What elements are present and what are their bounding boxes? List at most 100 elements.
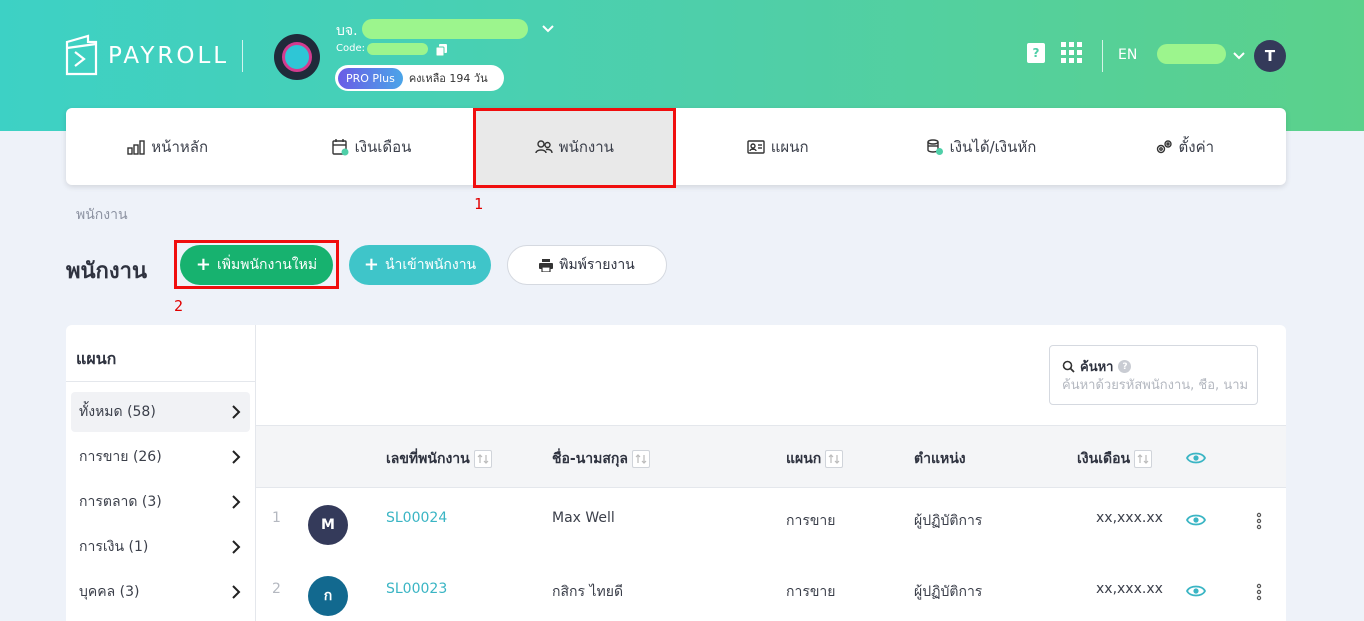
app-logo[interactable]: PAYROLL	[64, 34, 229, 78]
search-input[interactable]	[1062, 378, 1252, 393]
employee-panel: แผนก ทั้งหมด (58) การขาย (26) การตลาด (3…	[66, 325, 1286, 621]
column-header-label: ชื่อ-นามสกุล	[552, 451, 628, 467]
nav-departments[interactable]: แผนก	[676, 108, 879, 185]
import-employees-label: นำเข้าพนักงาน	[384, 257, 477, 273]
sort-icon[interactable]	[631, 450, 650, 468]
company-avatar[interactable]	[274, 34, 320, 80]
nav-settings[interactable]: ตั้งค่า	[1083, 108, 1286, 185]
header-divider-right	[1102, 40, 1103, 72]
column-header-position: ตำแหน่ง	[914, 448, 966, 470]
department-item-marketing[interactable]: การตลาด (3)	[71, 482, 250, 522]
plan-days-left: คงเหลือ 194 วัน	[408, 72, 488, 85]
company-code-redacted	[367, 43, 428, 55]
help-icon[interactable]: ?	[1118, 360, 1132, 373]
highlight-box-add-employee	[174, 240, 339, 289]
row-number: 2	[272, 581, 281, 597]
plus-icon: +	[363, 254, 379, 275]
user-avatar[interactable]: T	[1254, 40, 1286, 72]
department-item-finance[interactable]: การเงิน (1)	[71, 527, 250, 567]
search-label-row: ค้นหา ?	[1062, 356, 1132, 377]
employee-name: กสิกร ไทยดี	[552, 584, 624, 600]
employee-salary: xx,xxx.xx	[1096, 510, 1163, 526]
nav-home[interactable]: หน้าหลัก	[66, 108, 269, 185]
department-sidebar: แผนก ทั้งหมด (58) การขาย (26) การตลาด (3…	[66, 325, 256, 621]
department-item-hr[interactable]: บุคคล (3)	[71, 572, 250, 612]
printer-icon	[539, 258, 554, 272]
breadcrumb[interactable]: พนักงาน	[76, 204, 128, 226]
department-label: การตลาด (3)	[79, 494, 162, 510]
employee-salary: xx,xxx.xx	[1096, 581, 1163, 597]
main-nav: หน้าหลัก เงินเดือน พนักงาน แผนก เงินได้/…	[66, 108, 1286, 185]
annotation-2: 2	[174, 297, 184, 315]
company-chevron-down-icon[interactable]	[541, 22, 555, 36]
eye-icon[interactable]	[1186, 513, 1206, 527]
apps-grid-icon[interactable]	[1061, 42, 1083, 64]
print-report-button[interactable]: พิมพ์รายงาน	[507, 245, 667, 285]
nav-label: หน้าหลัก	[151, 137, 209, 156]
import-employees-button[interactable]: + นำเข้าพนักงาน	[349, 245, 491, 285]
language-switch[interactable]: EN	[1118, 47, 1137, 63]
employee-id-link[interactable]: SL00023	[386, 581, 447, 597]
user-name-redacted	[1157, 44, 1226, 64]
sort-icon[interactable]	[1134, 450, 1153, 468]
highlight-box-nav-employees	[473, 108, 676, 188]
column-header-dept[interactable]: แผนก	[786, 448, 844, 470]
employee-name: Max Well	[552, 510, 615, 526]
payroll-logo-icon	[65, 34, 98, 76]
nav-label: เงินเดือน	[354, 137, 412, 156]
column-header-label: แผนก	[786, 451, 822, 467]
chevron-right-icon	[232, 495, 241, 509]
department-label: บุคคล (3)	[79, 584, 140, 600]
department-label: การขาย (26)	[79, 449, 162, 465]
search-icon	[1062, 360, 1075, 373]
copy-icon[interactable]	[436, 44, 447, 56]
search-label: ค้นหา	[1080, 360, 1114, 375]
table-header: เลขที่พนักงาน ชื่อ-นามสกุล แผนก ตำแหน่ง …	[256, 425, 1286, 488]
nav-income-deduction[interactable]: เงินได้/เงินหัก	[879, 108, 1082, 185]
department-label: ทั้งหมด (58)	[79, 404, 156, 420]
help-book-icon[interactable]: ?	[1026, 42, 1046, 64]
avatar: ก	[308, 576, 348, 616]
chevron-right-icon	[232, 585, 241, 599]
chevron-right-icon	[232, 405, 241, 419]
chart-bar-icon	[127, 139, 145, 155]
company-code-label: Code:	[336, 43, 365, 54]
svg-text:?: ?	[1033, 46, 1040, 60]
nav-payroll[interactable]: เงินเดือน	[269, 108, 472, 185]
sort-icon[interactable]	[825, 450, 844, 468]
column-header-emp-id[interactable]: เลขที่พนักงาน	[386, 448, 492, 470]
column-header-label: ตำแหน่ง	[914, 451, 966, 467]
employee-id-link[interactable]: SL00024	[386, 510, 447, 526]
eye-icon[interactable]	[1186, 451, 1206, 465]
user-chevron-down-icon[interactable]	[1232, 49, 1246, 63]
plan-badge: PRO Plus	[338, 67, 403, 89]
column-header-label: เลขที่พนักงาน	[386, 451, 470, 467]
chevron-right-icon	[232, 540, 241, 554]
plan-status: PRO Plus คงเหลือ 194 วัน	[335, 65, 504, 91]
column-header-name[interactable]: ชื่อ-นามสกุล	[552, 448, 650, 470]
column-header-label: เงินเดือน	[1077, 451, 1131, 467]
nav-label: แผนก	[770, 137, 809, 156]
company-name-redacted	[362, 19, 528, 39]
annotation-1: 1	[474, 195, 484, 213]
employee-dept: การขาย	[786, 584, 836, 600]
sort-icon[interactable]	[473, 450, 492, 468]
row-number: 1	[272, 510, 281, 526]
table-row[interactable]: 2 ก SL00023 กสิกร ไทยดี การขาย ผู้ปฏิบัต…	[256, 559, 1286, 621]
coins-icon	[926, 138, 943, 155]
column-header-salary[interactable]: เงินเดือน	[1077, 448, 1153, 470]
employee-position: ผู้ปฏิบัติการ	[914, 513, 983, 529]
nav-label: ตั้งค่า	[1178, 137, 1215, 156]
more-menu-icon[interactable]	[1256, 512, 1262, 530]
gears-icon	[1156, 139, 1172, 153]
department-item-sales[interactable]: การขาย (26)	[71, 437, 250, 477]
table-row[interactable]: 1 M SL00024 Max Well การขาย ผู้ปฏิบัติกา…	[256, 488, 1286, 558]
eye-icon[interactable]	[1186, 584, 1206, 598]
print-report-label: พิมพ์รายงาน	[559, 257, 635, 273]
calendar-icon	[331, 138, 349, 155]
more-menu-icon[interactable]	[1256, 583, 1262, 601]
department-sidebar-title: แผนก	[76, 349, 117, 368]
employee-position: ผู้ปฏิบัติการ	[914, 584, 983, 600]
chevron-right-icon	[232, 450, 241, 464]
department-item-all[interactable]: ทั้งหมด (58)	[71, 392, 250, 432]
